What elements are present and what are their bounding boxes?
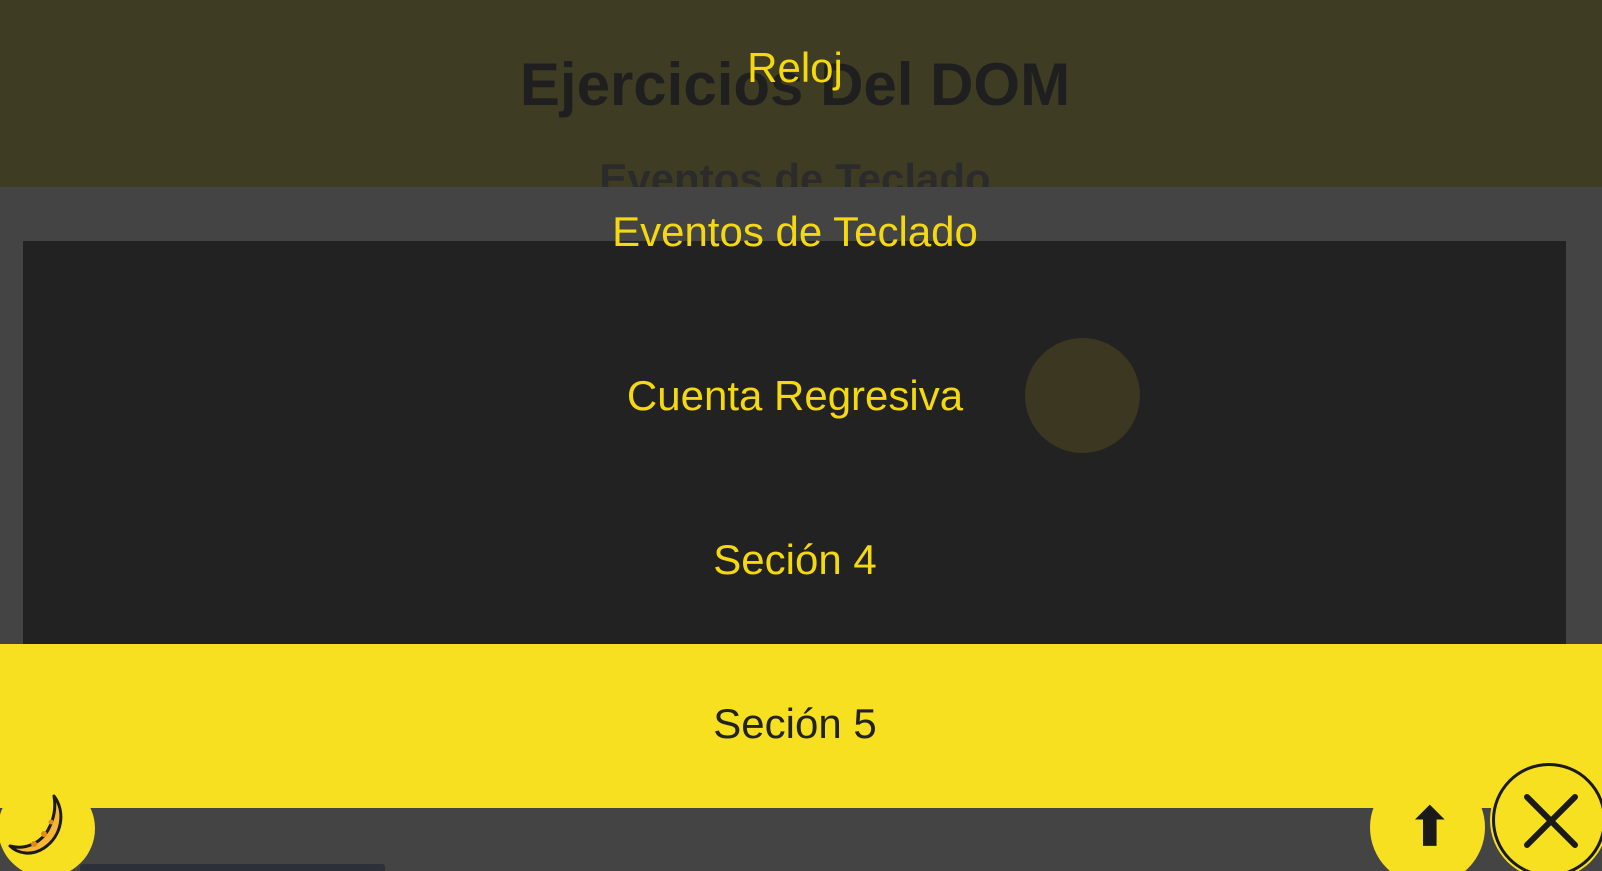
- dark-mode-button[interactable]: [0, 780, 95, 871]
- menu-item-seccion-5[interactable]: Seción 5: [0, 700, 1590, 748]
- page: Ejercicios Del DOM Eventos de Teclado Re…: [0, 0, 1602, 871]
- menu-item-eventos-teclado[interactable]: Eventos de Teclado: [0, 208, 1590, 256]
- menu-item-cuenta-regresiva[interactable]: Cuenta Regresiva: [0, 372, 1590, 420]
- menu-item-reloj[interactable]: Reloj: [0, 44, 1590, 92]
- bottom-bar: [80, 864, 385, 871]
- menu-item-seccion-4[interactable]: Seción 4: [0, 536, 1590, 584]
- close-icon: [1524, 794, 1578, 848]
- section-heading-partial: Eventos de Teclado: [599, 158, 991, 187]
- arrow-up-icon: ⬆: [1408, 799, 1452, 857]
- moon-icon: [8, 794, 63, 855]
- close-menu-button[interactable]: [1492, 763, 1602, 871]
